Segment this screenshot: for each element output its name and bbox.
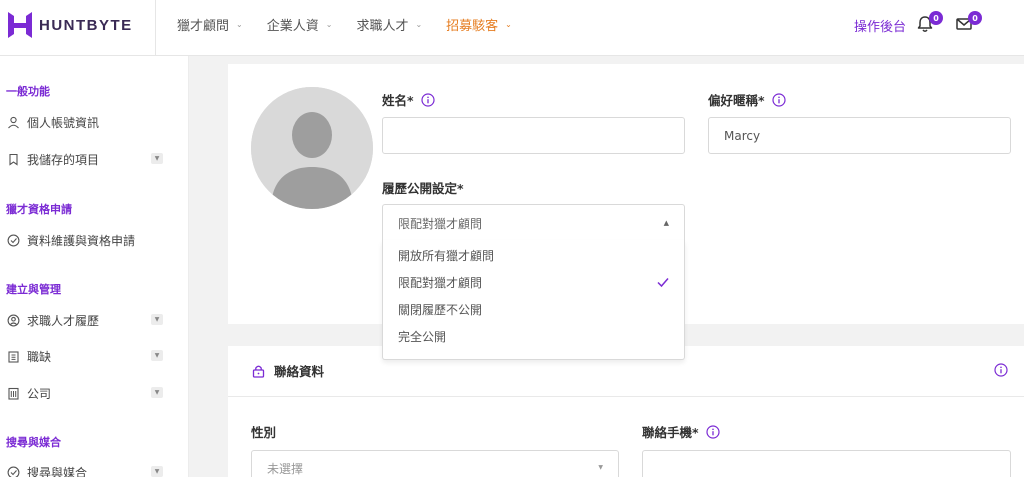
sidebar-item-label: 求職人才履歷 bbox=[27, 313, 100, 328]
name-label: 姓名* bbox=[382, 90, 435, 109]
logo-mark-icon bbox=[8, 12, 32, 38]
topbar-divider bbox=[155, 0, 156, 56]
check-circle-icon bbox=[6, 465, 20, 477]
option-label: 限配對獵才顧問 bbox=[398, 275, 483, 290]
expand-icon[interactable]: ▼ bbox=[151, 466, 163, 477]
nav-label: 獵才顧問 bbox=[177, 18, 230, 34]
sidebar-section-title: 搜尋與媒合 bbox=[6, 436, 61, 449]
clipboard-icon bbox=[6, 349, 20, 363]
sidebar-item-companies[interactable]: 公司 ▼ bbox=[6, 383, 166, 403]
sidebar-item-saved-items[interactable]: 我儲存的項目 ▼ bbox=[6, 149, 166, 169]
nav-label: 企業人資 bbox=[266, 18, 319, 34]
sidebar-item-label: 公司 bbox=[27, 386, 52, 401]
chevron-down-icon: ⌄ bbox=[505, 19, 512, 29]
avatar-placeholder-icon bbox=[251, 87, 373, 209]
nickname-label-text: 偏好暱稱* bbox=[708, 93, 765, 108]
gender-select[interactable]: 未選擇 ▼ bbox=[251, 450, 619, 477]
visibility-selected-value: 限配對獵才顧問 bbox=[398, 216, 483, 231]
info-icon[interactable] bbox=[705, 424, 720, 439]
visibility-select[interactable]: 限配對獵才顧問 ▲ bbox=[382, 204, 685, 241]
sidebar-item-account-info[interactable]: 個人帳號資訊 bbox=[6, 112, 166, 132]
avatar[interactable] bbox=[251, 87, 373, 209]
phone-input[interactable] bbox=[642, 450, 1011, 477]
sidebar-section-title: 建立與管理 bbox=[6, 283, 61, 296]
building-icon bbox=[6, 386, 20, 400]
info-icon[interactable] bbox=[994, 363, 1008, 377]
lock-icon bbox=[252, 365, 265, 378]
sidebar-item-label: 搜尋與媒合 bbox=[27, 465, 88, 477]
chevron-down-icon: ⌄ bbox=[236, 19, 243, 29]
sidebar-item-label: 職缺 bbox=[27, 349, 52, 364]
name-input[interactable] bbox=[382, 117, 685, 154]
top-nav: 獵才顧問 ⌄ 企業人資 ⌄ 求職人才 ⌄ 招募駭客 ⌄ bbox=[177, 0, 536, 48]
section-divider bbox=[228, 396, 1024, 397]
top-bar: HUNTBYTE 獵才顧問 ⌄ 企業人資 ⌄ 求職人才 ⌄ 招募駭客 ⌄ 操作後台 0 … bbox=[0, 0, 1024, 56]
sidebar-item-jobs[interactable]: 職缺 ▼ bbox=[6, 346, 166, 366]
nav-enterprise-hr[interactable]: 企業人資 ⌄ bbox=[267, 15, 333, 34]
expand-icon[interactable]: ▼ bbox=[151, 153, 163, 164]
sidebar: 一般功能 個人帳號資訊 我儲存的項目 ▼ 獵才資格申請 資料維護與資格申請 建立… bbox=[0, 56, 189, 477]
sidebar-section-title: 獵才資格申請 bbox=[6, 203, 72, 216]
sidebar-item-label: 資料維護與資格申請 bbox=[27, 233, 136, 248]
visibility-label: 履歷公開設定* bbox=[382, 178, 464, 197]
sidebar-item-resumes[interactable]: 求職人才履歷 ▼ bbox=[6, 310, 166, 330]
option-label: 完全公開 bbox=[398, 329, 447, 344]
visibility-option-selected[interactable]: 限配對獵才顧問 bbox=[398, 270, 670, 294]
nav-label: 求職人才 bbox=[356, 18, 409, 34]
sidebar-item-label: 個人帳號資訊 bbox=[27, 115, 100, 130]
user-circle-icon bbox=[6, 313, 20, 327]
nav-job-seeker[interactable]: 求職人才 ⌄ bbox=[356, 15, 422, 34]
messages-button[interactable]: 0 bbox=[954, 11, 982, 36]
chevron-down-icon: ▼ bbox=[598, 464, 603, 471]
visibility-option[interactable]: 關閉履歷不公開 bbox=[398, 297, 670, 321]
backstage-link[interactable]: 操作後台 bbox=[854, 16, 906, 35]
chevron-up-icon: ▲ bbox=[663, 219, 669, 227]
gender-label-text: 性別 bbox=[251, 425, 277, 440]
nav-recruit-hacker[interactable]: 招募駭客 ⌄ bbox=[446, 15, 512, 34]
visibility-dropdown-menu: 開放所有獵才顧問 限配對獵才顧問 關閉履歷不公開 完全公開 bbox=[382, 240, 685, 360]
gender-selected-value: 未選擇 bbox=[267, 462, 304, 476]
option-label: 關閉履歷不公開 bbox=[398, 302, 483, 317]
user-icon bbox=[6, 115, 20, 129]
sidebar-item-qualification[interactable]: 資料維護與資格申請 bbox=[6, 230, 166, 250]
brand-logo[interactable]: HUNTBYTE bbox=[6, 10, 133, 40]
info-icon[interactable] bbox=[420, 92, 435, 107]
sidebar-item-search-match[interactable]: 搜尋與媒合 ▼ bbox=[6, 462, 166, 477]
expand-icon[interactable]: ▼ bbox=[151, 387, 163, 398]
notifications-button[interactable]: 0 bbox=[915, 11, 943, 36]
contact-title-text: 聯絡資料 bbox=[274, 364, 325, 379]
phone-label-text: 聯絡手機* bbox=[642, 425, 699, 440]
visibility-label-text: 履歷公開設定* bbox=[382, 181, 464, 196]
check-circle-icon bbox=[6, 233, 20, 247]
check-icon bbox=[657, 278, 669, 288]
nickname-input[interactable]: Marcy bbox=[708, 117, 1011, 154]
nickname-label: 偏好暱稱* bbox=[708, 90, 786, 109]
info-icon[interactable] bbox=[771, 92, 786, 107]
contact-section-title: 聯絡資料 bbox=[252, 361, 324, 380]
nav-label: 招募駭客 bbox=[446, 18, 499, 34]
sidebar-section-title: 一般功能 bbox=[6, 85, 50, 98]
chevron-down-icon: ⌄ bbox=[415, 19, 423, 29]
bookmark-icon bbox=[6, 152, 20, 166]
option-label: 開放所有獵才顧問 bbox=[398, 248, 495, 263]
expand-icon[interactable]: ▼ bbox=[151, 350, 163, 361]
gender-label: 性別 bbox=[251, 422, 276, 441]
name-label-text: 姓名* bbox=[382, 93, 414, 108]
visibility-option[interactable]: 開放所有獵才顧問 bbox=[398, 243, 670, 267]
brand-name: HUNTBYTE bbox=[39, 16, 133, 34]
chevron-down-icon: ⌄ bbox=[325, 19, 333, 29]
contact-card: 聯絡資料 性別 未選擇 ▼ 聯絡手機* bbox=[228, 346, 1024, 477]
phone-label: 聯絡手機* bbox=[642, 422, 720, 441]
notification-count-badge: 0 bbox=[929, 11, 943, 25]
sidebar-item-label: 我儲存的項目 bbox=[27, 152, 100, 167]
visibility-option[interactable]: 完全公開 bbox=[398, 324, 670, 348]
message-count-badge: 0 bbox=[968, 11, 982, 25]
expand-icon[interactable]: ▼ bbox=[151, 314, 163, 325]
nav-headhunter[interactable]: 獵才顧問 ⌄ bbox=[177, 15, 243, 34]
